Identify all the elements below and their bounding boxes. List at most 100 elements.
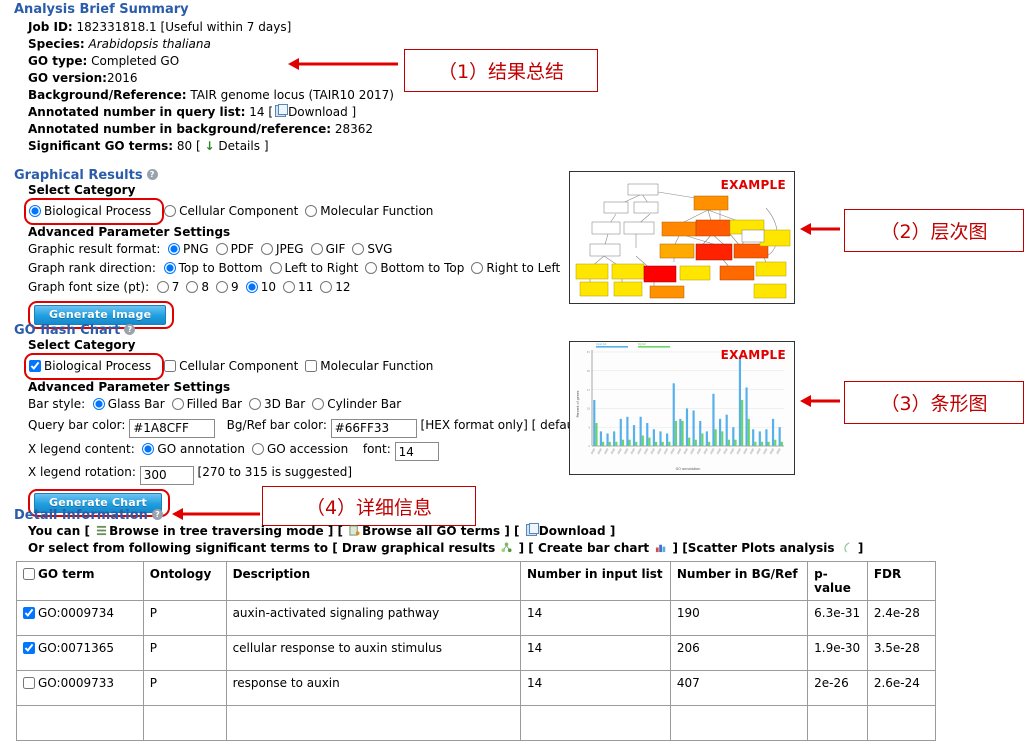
table-row[interactable]: GO:0071365 P cellular response to auxin … <box>16 635 937 671</box>
label-fontsize-7: 7 <box>171 280 180 294</box>
x-legend-content-label: X legend content: <box>28 441 135 456</box>
radio-legend-go-annotation[interactable]: GO annotation <box>142 442 245 456</box>
hex-format-note: [HEX format only] [ default ] <box>420 418 591 432</box>
radio-fontsize-9[interactable]: 9 <box>216 280 239 294</box>
radio-legend-go-accession[interactable]: GO accession <box>251 442 348 456</box>
radio-input-rank-btt[interactable] <box>365 262 378 274</box>
browse-all-go-terms-link[interactable]: Browse all GO terms <box>362 524 500 538</box>
label-fontsize-12: 12 <box>335 280 351 294</box>
checkbox-flash-cellular-component[interactable]: Cellular Component <box>164 359 298 373</box>
bar-chart-example[interactable]: 45 36 27 18 9 0//////////////////////////////… <box>569 341 795 475</box>
tree-icon <box>97 525 107 536</box>
radio-fontsize-8[interactable]: 8 <box>186 280 209 294</box>
x-legend-rotation-input[interactable] <box>139 465 194 485</box>
details-link[interactable]: Details <box>218 139 260 153</box>
download-link[interactable]: Download <box>288 105 348 119</box>
radio-input-graphical-mf[interactable] <box>305 205 318 217</box>
radio-input-legend-accession[interactable] <box>251 442 264 455</box>
legend-font-input[interactable] <box>394 442 439 461</box>
help-icon-graphical-results[interactable]: ? <box>146 169 158 180</box>
flash-advanced-label: Advanced Parameter Settings <box>28 380 231 394</box>
scatter-plots-analysis-link[interactable]: Scatter Plots analysis <box>688 541 835 555</box>
radio-rank-bottom-to-top[interactable]: Bottom to Top <box>365 261 464 275</box>
query-bar-color-input[interactable] <box>129 418 216 438</box>
radio-input-format-jpeg[interactable] <box>260 243 273 255</box>
table-head: GO term Ontology Description Number in i… <box>16 561 937 601</box>
bracket-open-2: [ <box>195 139 201 153</box>
checkbox-input-flash-bp[interactable] <box>29 360 41 372</box>
checkbox-flash-molecular-function[interactable]: Molecular Function <box>305 359 433 373</box>
graph-rank-direction-row: Graph rank direction: Top to Bottom Left … <box>14 259 567 278</box>
checkbox-flash-biological-process[interactable]: Biological Process <box>29 359 151 373</box>
radio-format-svg[interactable]: SVG <box>352 242 392 256</box>
radio-barstyle-3d[interactable]: 3D Bar <box>249 397 305 411</box>
help-icon-detail-information[interactable]: ? <box>151 509 163 520</box>
row-checkbox[interactable] <box>23 677 35 689</box>
hierarchy-graph-example[interactable]: EXAMPLE <box>569 171 795 304</box>
download-link-detail[interactable]: Download <box>539 524 606 538</box>
radio-input-fontsize-11[interactable] <box>282 281 295 293</box>
radio-input-barstyle-3d[interactable] <box>249 398 261 410</box>
table-row[interactable]: GO:0009734 P auxin-activated signaling p… <box>16 600 937 636</box>
label-annotated-query: Annotated number in query list: <box>28 105 246 119</box>
radio-barstyle-glass[interactable]: Glass Bar <box>92 397 165 411</box>
radio-input-graphical-bp[interactable] <box>29 205 41 217</box>
select-all-checkbox[interactable] <box>23 568 35 580</box>
radio-input-fontsize-7[interactable] <box>156 281 169 293</box>
create-bar-chart-link[interactable]: Create bar chart <box>538 541 649 555</box>
radio-rank-right-to-left[interactable]: Right to Left <box>471 261 560 275</box>
radio-input-format-gif[interactable] <box>310 243 323 255</box>
cell-number-bg: 407 <box>669 670 809 706</box>
callout-3-bar-chart: （3）条形图 <box>844 381 1024 424</box>
analysis-brief-summary-section: Analysis Brief Summary Job ID: 182331818… <box>14 2 394 155</box>
row-checkbox[interactable] <box>23 607 35 619</box>
bgref-bar-color-input[interactable] <box>330 418 417 438</box>
radio-input-rank-ttb[interactable] <box>163 262 176 274</box>
radio-input-legend-annotation[interactable] <box>142 442 155 455</box>
checkbox-input-flash-mf[interactable] <box>305 360 318 372</box>
radio-input-fontsize-8[interactable] <box>186 281 199 293</box>
radio-fontsize-7[interactable]: 7 <box>156 280 180 294</box>
radio-barstyle-cylinder[interactable]: Cylinder Bar <box>312 397 401 411</box>
radio-rank-left-to-right[interactable]: Left to Right <box>269 261 358 275</box>
radio-input-format-svg[interactable] <box>352 243 365 255</box>
table-row[interactable]: GO:0009733 P response to auxin 14 407 2e… <box>16 670 937 706</box>
radio-format-gif[interactable]: GIF <box>310 242 345 256</box>
radio-graphical-cellular-component[interactable]: Cellular Component <box>164 204 298 218</box>
query-bar-color-label: Query bar color: <box>28 418 126 432</box>
bracket-open: [ <box>268 105 274 119</box>
radio-input-rank-rtl[interactable] <box>471 262 484 274</box>
radio-input-rank-ltr[interactable] <box>269 262 282 274</box>
radio-input-fontsize-9[interactable] <box>216 281 229 293</box>
radio-barstyle-filled[interactable]: Filled Bar <box>171 397 242 411</box>
cell-go-term: GO:0009734 <box>16 600 144 636</box>
table-row-partial[interactable] <box>16 705 937 741</box>
browse-tree-link[interactable]: Browse in tree traversing mode <box>109 524 323 538</box>
radio-input-fontsize-12[interactable] <box>320 281 333 293</box>
draw-graphical-results-link[interactable]: Draw graphical results <box>342 541 495 555</box>
radio-graphical-molecular-function[interactable]: Molecular Function <box>305 204 433 218</box>
radio-fontsize-10[interactable]: 10 <box>245 280 276 294</box>
radio-fontsize-11[interactable]: 11 <box>282 280 313 294</box>
radio-input-barstyle-filled[interactable] <box>171 398 184 410</box>
radio-format-jpeg[interactable]: JPEG <box>260 242 304 256</box>
graphical-select-category-label: Select Category <box>28 183 136 197</box>
row-checkbox[interactable] <box>23 642 35 654</box>
radio-input-format-png[interactable] <box>168 243 181 255</box>
radio-fontsize-12[interactable]: 12 <box>320 280 351 294</box>
help-icon-go-flash-chart[interactable]: ? <box>124 324 136 335</box>
label-flash-mf: Molecular Function <box>320 359 434 373</box>
radio-graphical-biological-process[interactable]: Biological Process <box>29 204 151 218</box>
generate-image-button[interactable]: Generate Image <box>34 305 167 325</box>
svg-text:Percent of genes: Percent of genes <box>576 390 580 417</box>
radio-input-fontsize-10[interactable] <box>245 281 258 293</box>
radio-input-graphical-cc[interactable] <box>164 205 177 217</box>
label-job-id: Job ID: <box>28 20 73 34</box>
radio-rank-top-to-bottom[interactable]: Top to Bottom <box>163 261 263 275</box>
radio-format-pdf[interactable]: PDF <box>215 242 254 256</box>
radio-input-format-pdf[interactable] <box>215 243 228 255</box>
radio-input-barstyle-glass[interactable] <box>92 398 105 410</box>
checkbox-input-flash-cc[interactable] <box>164 360 177 372</box>
radio-format-png[interactable]: PNG <box>168 242 209 256</box>
radio-input-barstyle-cylinder[interactable] <box>312 398 325 410</box>
